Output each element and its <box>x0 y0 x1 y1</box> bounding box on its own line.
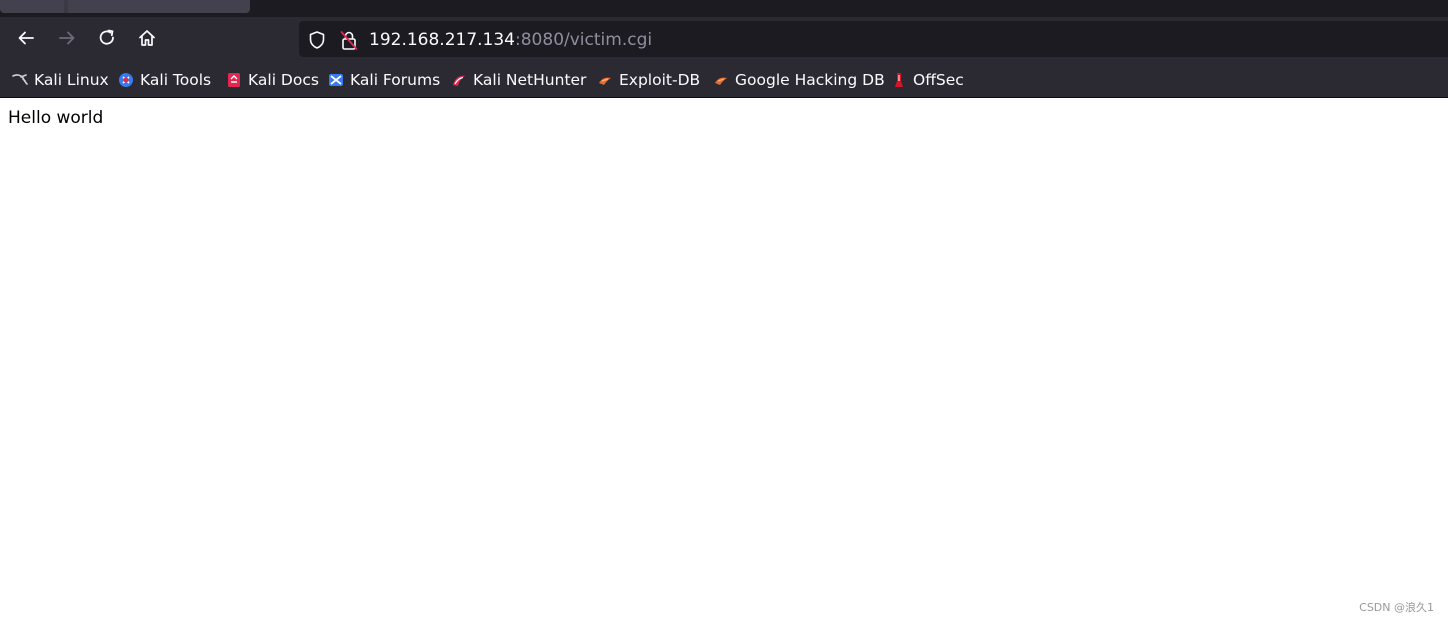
insecure-lock-icon[interactable] <box>339 29 359 51</box>
bookmark-google-hacking-db[interactable]: Google Hacking DB <box>713 70 885 90</box>
browser-tab[interactable] <box>0 0 250 13</box>
page-body-text: Hello world <box>8 108 104 128</box>
url-path: :8080/victim.cgi <box>515 30 653 50</box>
url-host: 192.168.217.134 <box>369 30 516 50</box>
bookmark-kali-linux[interactable]: Kali Linux <box>12 70 109 90</box>
forward-button[interactable] <box>51 22 83 54</box>
back-button[interactable] <box>10 22 42 54</box>
bookmark-kali-forums[interactable]: Kali Forums <box>328 70 440 90</box>
bookmark-label: Kali Tools <box>140 71 212 89</box>
home-icon <box>139 30 155 46</box>
kali-tools-icon <box>119 73 133 87</box>
watermark: CSDN @浪久1 <box>1359 601 1434 614</box>
back-arrow-icon <box>18 31 34 45</box>
bookmark-label: Kali Linux <box>34 71 109 89</box>
offsec-icon <box>895 73 903 87</box>
bookmark-label: Kali NetHunter <box>473 71 587 89</box>
bookmark-label: Kali Forums <box>350 71 441 89</box>
bookmark-label: Exploit-DB <box>619 71 701 89</box>
bookmark-label: Google Hacking DB <box>735 71 885 89</box>
bookmark-kali-docs[interactable]: Kali Docs <box>226 70 319 90</box>
bookmarks-toolbar: Kali Linux Kali Tools Kali Docs Kali For… <box>0 63 1448 98</box>
bookmark-kali-nethunter[interactable]: Kali NetHunter <box>451 70 586 90</box>
nethunter-icon <box>453 75 465 86</box>
address-bar[interactable]: 192.168.217.134:8080/victim.cgi <box>299 21 1448 57</box>
kali-dragon-icon <box>12 74 28 85</box>
tracking-protection-shield-icon[interactable] <box>307 30 327 50</box>
home-button[interactable] <box>131 22 163 54</box>
bookmark-kali-tools[interactable]: Kali Tools <box>118 70 211 90</box>
page-content: Hello world CSDN @浪久1 <box>0 98 1448 623</box>
kali-forums-icon <box>329 74 343 86</box>
reload-icon <box>99 29 114 45</box>
bookmark-label: Kali Docs <box>248 71 319 89</box>
url-text[interactable]: 192.168.217.134:8080/victim.cgi <box>369 30 652 50</box>
bookmark-offsec[interactable]: OffSec <box>891 70 964 90</box>
reload-button[interactable] <box>91 22 123 54</box>
tab-strip <box>0 0 1448 17</box>
bookmark-label: OffSec <box>913 71 964 89</box>
kali-docs-icon <box>228 73 240 87</box>
navigation-toolbar: 192.168.217.134:8080/victim.cgi <box>0 17 1448 63</box>
ghdb-icon <box>715 77 727 85</box>
exploit-db-icon <box>599 77 611 85</box>
bookmark-exploit-db[interactable]: Exploit-DB <box>597 70 700 90</box>
forward-arrow-icon <box>59 31 75 45</box>
